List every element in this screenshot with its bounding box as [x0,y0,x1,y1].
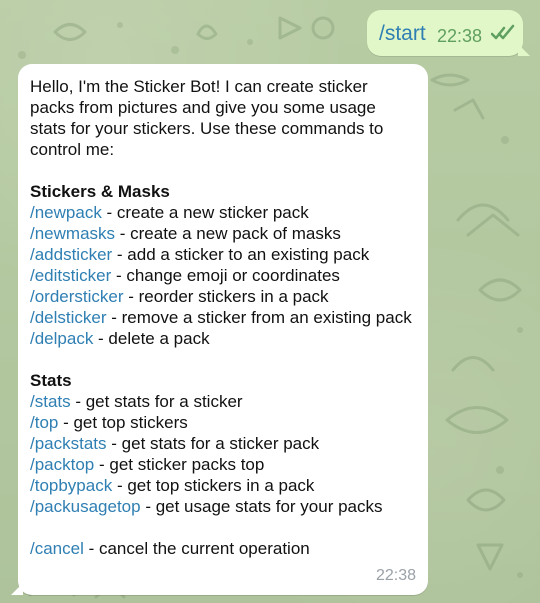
command-link[interactable]: /addsticker [30,245,112,264]
command-line: /stats - get stats for a sticker [30,391,415,412]
command-line: /editsticker - change emoji or coordinat… [30,265,415,286]
command-description: - get top stickers [58,413,188,432]
command-link[interactable]: /newmasks [30,224,115,243]
command-line: /delpack - delete a pack [30,328,415,349]
command-description: - remove a sticker from an existing pack [106,308,412,327]
command-line: /top - get top stickers [30,412,415,433]
command-line: /newmasks - create a new pack of masks [30,223,415,244]
command-line: /packstats - get stats for a sticker pac… [30,433,415,454]
cancel-command-description: - cancel the current operation [83,539,310,558]
command-link[interactable]: /packstats [30,434,107,453]
command-link[interactable]: /delsticker [30,308,107,327]
command-link[interactable]: /top [30,413,58,432]
section-title-stats: Stats [30,371,72,390]
command-link[interactable]: /stats [30,392,71,411]
command-line: /ordersticker - reorder stickers in a pa… [30,286,415,307]
command-line: /addsticker - add a sticker to an existi… [30,244,415,265]
double-check-icon [490,24,515,42]
command-line: /newpack - create a new sticker pack [30,202,415,223]
bot-intro-text: Hello, I'm the Sticker Bot! I can create… [30,77,384,159]
command-link[interactable]: /newpack [30,203,102,222]
command-link[interactable]: /packusagetop [30,497,141,516]
command-description: - add a sticker to an existing pack [112,245,370,264]
command-line: /topbypack - get top stickers in a pack [30,475,415,496]
command-link[interactable]: /topbypack [30,476,112,495]
command-line: /packtop - get sticker packs top [30,454,415,475]
command-description: - get top stickers in a pack [112,476,315,495]
command-line: /delsticker - remove a sticker from an e… [30,307,415,328]
command-description: - get sticker packs top [94,455,265,474]
command-description: - get usage stats for your packs [140,497,383,516]
command-description: - get stats for a sticker [70,392,243,411]
command-description: - get stats for a sticker pack [106,434,320,453]
command-description: - delete a pack [93,329,210,348]
incoming-message-bubble[interactable]: Hello, I'm the Sticker Bot! I can create… [11,64,428,595]
outgoing-message-time: 22:38 [437,26,483,46]
command-link[interactable]: /ordersticker [30,287,124,306]
outgoing-message-bubble[interactable]: /start 22:38 [367,10,530,56]
command-description: - change emoji or coordinates [111,266,340,285]
command-link[interactable]: /packtop [30,455,94,474]
command-description: - reorder stickers in a pack [123,287,329,306]
command-description: - create a new pack of masks [115,224,341,243]
section-title-stickers-masks: Stickers & Masks [30,182,170,201]
command-line: /packusagetop - get usage stats for your… [30,496,415,517]
command-link[interactable]: /editsticker [30,266,111,285]
command-description: - create a new sticker pack [101,203,309,222]
command-link[interactable]: /delpack [30,329,93,348]
outgoing-message-text: /start [379,22,426,45]
cancel-command-link[interactable]: /cancel [30,539,84,558]
command-line: /cancel - cancel the current operation [30,538,415,559]
bot-message-content: Hello, I'm the Sticker Bot! I can create… [30,76,415,559]
incoming-message-time: 22:38 [375,567,416,584]
